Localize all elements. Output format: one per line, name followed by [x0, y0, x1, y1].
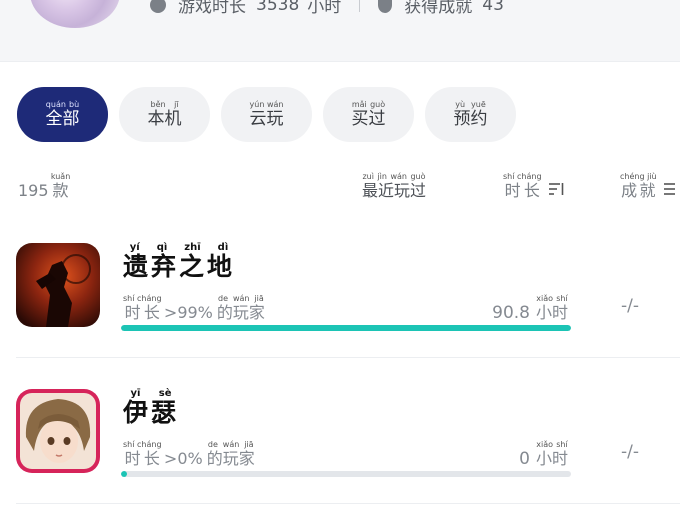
game-row[interactable]: 遗弃之地yí qì zhī dì 时长shí cháng>99% 的玩家de wá… [0, 212, 680, 358]
filter-chips: 全部quán bù 本机běn jī 云玩yún wán 买过mǎi guò 预… [17, 87, 516, 142]
achievements-label: 获得成就 [404, 0, 473, 17]
filter-chip-all[interactable]: 全部quán bù [17, 87, 108, 142]
filter-chip-label: 云玩 [249, 109, 284, 129]
filter-chip-label: 预约 [453, 109, 488, 129]
filter-chip-pinyin: běn jī [147, 100, 182, 109]
playtime-progress-fill [121, 471, 127, 477]
playtime-rank-prefix: 时长 [123, 303, 162, 322]
filter-chip-label: 买过 [351, 109, 386, 129]
filter-chip-pinyin: yù yuē [453, 100, 488, 109]
game-title-text: 遗弃之地 [123, 252, 236, 281]
playtime-rank-suffix: 的玩家 [216, 303, 265, 322]
playtime-hours-value: 90.8 [492, 303, 530, 323]
medal-icon [378, 0, 393, 13]
game-count-number: 195 [18, 181, 49, 200]
playtime-rank-prefix-pinyin: shí cháng [123, 294, 162, 303]
filter-chip-purchased[interactable]: 买过mǎi guò [323, 87, 414, 142]
sort-achievements-label: 成就 [620, 181, 657, 200]
game-title-text: 伊瑟 [123, 398, 180, 427]
game-title[interactable]: 伊瑟yī sè [123, 388, 179, 429]
playtime-rank-prefix-pinyin: shí cháng [123, 440, 162, 449]
playtime-rank: 时长shí cháng>0% 的玩家de wán jiā [123, 440, 255, 469]
game-row[interactable]: 伊瑟yī sè 时长shí cháng>0% 的玩家de wán jiā 0 小时… [0, 358, 680, 504]
anime-girl-portrait-icon[interactable] [16, 389, 100, 473]
row-divider [16, 503, 680, 504]
playtime-hours: 0 小时xiǎo shí [519, 440, 568, 469]
avatar[interactable] [30, 0, 120, 28]
game-count-unit-pinyin: kuǎn [50, 172, 71, 181]
play-time-label: 游戏时长 [178, 0, 246, 17]
sort-lines-icon [663, 181, 675, 201]
filter-chip-cloud[interactable]: 云玩yún wán [221, 87, 312, 142]
play-time-unit: 小时 [307, 0, 342, 17]
filter-chip-pinyin: quán bù [45, 100, 80, 109]
playtime-rank-suffix-pinyin: de wán jiā [216, 294, 265, 303]
sort-duration-label: 时长 [503, 181, 542, 200]
playtime-hours-unit-pinyin: xiǎo shí [535, 294, 568, 303]
filter-chip-label: 全部 [45, 109, 80, 129]
playtime-hours-unit-pinyin: xiǎo shí [535, 440, 568, 449]
achievements-value: -/- [621, 296, 639, 316]
profile-stats: 游戏时长 3538 小时 获得成就 43 [150, 0, 504, 17]
playtime-rank-suffix-pinyin: de wán jiā [206, 440, 255, 449]
stat-divider [359, 0, 361, 12]
dark-warrior-icon[interactable] [16, 243, 100, 327]
filter-chip-local[interactable]: 本机běn jī [119, 87, 210, 142]
game-count: 195 款kuǎn [18, 172, 70, 201]
game-title-pinyin: yī sè [123, 388, 179, 399]
playtime-hours-unit: 小时 [535, 303, 568, 322]
sort-recent-button[interactable]: 最近玩过zuì jìn wán guò [362, 172, 426, 201]
profile-header: 游戏时长 3538 小时 获得成就 43 [0, 0, 680, 62]
play-time-value: 3538 [256, 0, 300, 15]
playtime-hours-unit: 小时 [535, 449, 568, 468]
playtime-rank-percent: >99% [163, 303, 213, 322]
game-title[interactable]: 遗弃之地yí qì zhī dì [123, 242, 235, 283]
filter-chip-pinyin: mǎi guò [351, 100, 386, 109]
sort-duration-button[interactable]: 时长shí cháng [503, 172, 564, 201]
filter-chip-pinyin: yún wán [249, 100, 284, 109]
clock-icon [150, 0, 166, 13]
sort-recent-label: 最近玩过 [362, 181, 427, 200]
list-header: 195 款kuǎn 最近玩过zuì jìn wán guò 时长shí cháng… [0, 168, 680, 204]
playtime-rank-suffix: 的玩家 [206, 449, 255, 468]
sort-achievements-pinyin: chéng jiù [620, 172, 657, 181]
sort-recent-pinyin: zuì jìn wán guò [362, 172, 426, 181]
playtime-progress-bar [121, 471, 571, 477]
game-count-unit: 款 [50, 181, 71, 200]
playtime-rank: 时长shí cháng>99% 的玩家de wán jiā [123, 294, 265, 323]
sort-duration-pinyin: shí cháng [503, 172, 542, 181]
playtime-rank-percent: >0% [163, 449, 203, 468]
achievements-value: 43 [482, 0, 504, 15]
playtime-progress-bar [121, 325, 571, 331]
sort-descending-icon [548, 181, 564, 201]
filter-chip-label: 本机 [147, 109, 182, 129]
achievements-value: -/- [621, 442, 639, 462]
sort-achievements-button[interactable]: 成就chéng jiù [620, 172, 675, 201]
game-title-pinyin: yí qì zhī dì [123, 242, 235, 253]
playtime-progress-fill [121, 325, 571, 331]
playtime-rank-prefix: 时长 [123, 449, 162, 468]
filter-chip-reserved[interactable]: 预约yù yuē [425, 87, 516, 142]
playtime-hours-value: 0 [519, 449, 530, 469]
playtime-hours: 90.8 小时xiǎo shí [492, 294, 568, 323]
